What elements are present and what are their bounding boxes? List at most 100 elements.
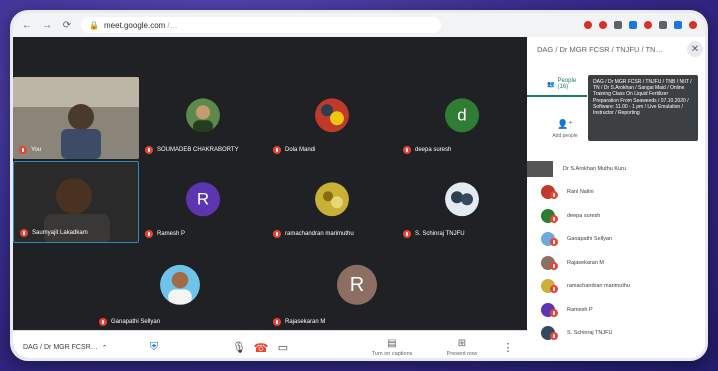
mic-off-icon	[550, 285, 558, 294]
list-item[interactable]: Rani Nalini	[527, 181, 705, 205]
mic-off-icon	[550, 191, 558, 200]
participant-tile[interactable]: R Rajasekaran M	[267, 245, 447, 331]
list-item[interactable]: Rajasekaran M	[527, 251, 705, 275]
mic-off-icon	[20, 229, 28, 237]
participant-name: S. Schinraj TNJFU	[567, 330, 613, 337]
avatar	[445, 182, 479, 217]
meeting-grid: You SOUMADEB CHAKRABORTY Dola Mandi d de…	[13, 37, 527, 359]
mic-off-icon	[550, 261, 558, 270]
avatar	[186, 98, 220, 133]
avatar	[541, 302, 558, 317]
meeting-title: DAG / Dr MGR FCSR…	[23, 344, 98, 351]
panel-title: DAG / Dr MGR FCSR / TNJFU / TN…	[537, 45, 663, 54]
extension-icon[interactable]	[629, 21, 637, 29]
participant-tile[interactable]: Ganapathi Sellyan	[93, 245, 267, 331]
mic-off-icon	[550, 332, 558, 341]
list-item[interactable]: S. Schinraj TNJFU	[527, 322, 705, 346]
mic-off-icon	[550, 308, 558, 317]
list-item[interactable]: deepa suresh	[527, 204, 705, 228]
extension-icon[interactable]	[674, 21, 682, 29]
avatar	[541, 279, 558, 294]
mic-off-icon	[403, 146, 411, 154]
participant-name: Ramesh P	[567, 306, 593, 313]
participant-name: Rani Nalini	[567, 189, 594, 196]
people-icon: 👥	[547, 81, 555, 88]
participant-name: Rajasekaran M	[567, 259, 604, 266]
list-item[interactable]: Dr S.Arokhan Muthu Kuru	[527, 157, 705, 181]
browser-window: ← → ⟳ 🔒 meet.google.com /… You SOUMADEB …	[10, 10, 708, 361]
add-people-button[interactable]: 👤⁺ Add people	[545, 119, 585, 139]
avatar	[315, 98, 349, 133]
avatar: R	[186, 182, 220, 217]
extension-icon[interactable]	[614, 21, 622, 29]
avatar	[541, 185, 558, 200]
meeting-toolbar: DAG / Dr MGR FCSR… ⌃ ⛨ 🎙 ☎ ▭ ▤ Turn on c…	[13, 330, 527, 359]
participant-tile[interactable]: SOUMADEB CHAKRABORTY	[139, 77, 267, 159]
mic-button[interactable]: 🎙	[228, 337, 250, 359]
reload-icon[interactable]: ⟳	[61, 20, 73, 31]
avatar	[541, 255, 558, 270]
avatar	[160, 264, 200, 305]
extension-icon[interactable]	[644, 21, 652, 29]
mic-off-icon	[19, 146, 27, 154]
profile-avatar[interactable]	[689, 21, 697, 29]
browser-toolbar: ← → ⟳ 🔒 meet.google.com /…	[13, 13, 705, 37]
shield-icon[interactable]: ⛨	[143, 337, 165, 359]
mic-off-icon	[145, 230, 153, 238]
participant-tile[interactable]: Dola Mandi	[267, 77, 397, 159]
avatar: d	[445, 98, 479, 133]
present-icon: ⊞	[457, 338, 467, 349]
list-item[interactable]: Ramesh P	[527, 298, 705, 322]
url-suffix: /…	[167, 20, 178, 30]
extension-icon[interactable]	[659, 21, 667, 29]
participant-name: SOUMADEB CHAKRABORTY	[145, 146, 239, 154]
scrollbar-thumb[interactable]	[707, 181, 708, 241]
avatar	[541, 326, 558, 341]
lock-icon: 🔒	[89, 20, 99, 30]
camera-icon: ▭	[277, 342, 289, 354]
mic-off-icon	[273, 318, 281, 326]
avatar: R	[337, 264, 377, 305]
forward-icon[interactable]: →	[41, 20, 53, 31]
participant-name: ramachandran marimuthu	[567, 283, 630, 290]
extension-icon[interactable]	[599, 21, 607, 29]
present-label: Present now	[446, 351, 478, 357]
participant-tile[interactable]: ramachandran marimuthu	[267, 161, 397, 243]
participant-tile[interactable]: R Ramesh P	[139, 161, 267, 243]
back-icon[interactable]: ←	[21, 20, 33, 31]
tab-people[interactable]: 👥 People (16)	[527, 73, 587, 97]
present-now-button[interactable]: ⊞ Present now	[427, 338, 497, 357]
extension-icon[interactable]	[584, 21, 592, 29]
participant-name: S. Schinraj TNJFU	[403, 230, 465, 238]
participant-name: ramachandran marimuthu	[273, 230, 354, 238]
hangup-button[interactable]: ☎	[250, 337, 272, 359]
participant-name: Ganapathi Sellyan	[99, 318, 160, 326]
mic-off-icon	[273, 146, 281, 154]
mic-off-icon	[273, 230, 281, 238]
mic-off-icon	[550, 238, 558, 247]
participant-thumbnail	[527, 160, 553, 177]
participant-tile[interactable]: You	[13, 77, 139, 159]
list-item[interactable]: ramachandran marimuthu	[527, 275, 705, 299]
participant-tile[interactable]: S. Schinraj TNJFU	[397, 161, 527, 243]
captions-button[interactable]: ▤ Turn on captions	[357, 338, 427, 357]
list-item[interactable]: Ganapathi Sellyan	[527, 228, 705, 252]
avatar	[541, 208, 558, 223]
meeting-details[interactable]: DAG / Dr MGR FCSR… ⌃	[23, 344, 143, 352]
more-options-icon[interactable]: ⋮	[497, 337, 519, 359]
scrollbar[interactable]	[706, 61, 708, 361]
phone-icon: ☎	[253, 340, 269, 355]
extension-icons	[584, 21, 697, 29]
participant-name: Dola Mandi	[273, 146, 315, 154]
participant-tile-active[interactable]: Saumyajit Lakadkam	[13, 161, 139, 243]
close-button[interactable]: ✕	[687, 41, 703, 57]
mic-off-icon	[145, 146, 153, 154]
mic-off-icon	[99, 318, 107, 326]
participant-tile[interactable]: d deepa suresh	[397, 77, 527, 159]
camera-button[interactable]: ▭	[272, 337, 294, 359]
address-bar[interactable]: 🔒 meet.google.com /…	[81, 17, 441, 33]
participant-name: Rajasekaran M	[273, 318, 325, 326]
add-person-icon: 👤⁺	[557, 119, 573, 129]
mic-off-icon	[550, 214, 558, 223]
mic-icon: 🎙	[232, 342, 246, 354]
